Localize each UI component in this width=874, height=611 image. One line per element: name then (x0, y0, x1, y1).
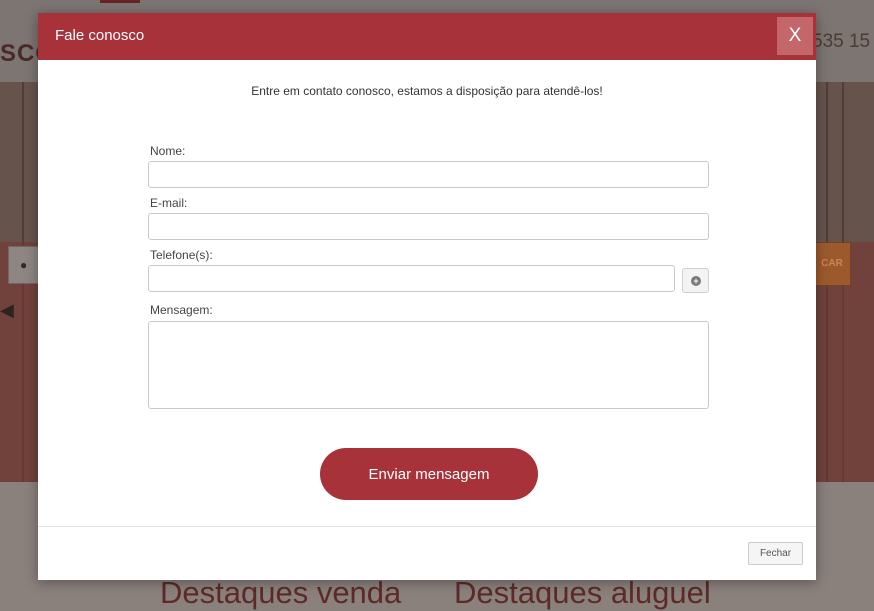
destaques-venda-heading: Destaques venda (160, 575, 402, 610)
carousel-prev-icon: ◀ (0, 300, 14, 320)
modal-title: Fale conosco (55, 27, 145, 44)
telefone-label: Telefone(s): (150, 248, 213, 262)
send-message-button[interactable]: Enviar mensagem (320, 448, 538, 500)
logo-roof-icon (100, 0, 140, 14)
intro-text: Entre em contato conosco, estamos a disp… (251, 84, 603, 98)
background-search-button: CAR (814, 243, 850, 285)
close-button[interactable]: X (777, 17, 813, 55)
fechar-button[interactable]: Fechar (748, 542, 803, 565)
modal-footer-divider (38, 526, 816, 527)
mensagem-label: Mensagem: (150, 303, 213, 317)
nome-input[interactable] (148, 161, 709, 188)
mensagem-textarea[interactable] (148, 321, 709, 409)
background-phone-text: 535 15 (812, 31, 871, 52)
destaques-aluguel-heading: Destaques aluguel (454, 575, 711, 610)
plus-circle-icon: + (691, 276, 701, 286)
email-label: E-mail: (150, 196, 188, 210)
modal-header: Fale conosco X (38, 13, 816, 60)
contact-modal: Fale conosco X Entre em contato conosco,… (38, 13, 816, 580)
nome-label: Nome: (150, 144, 186, 158)
map-pin-icon: ● (20, 258, 28, 272)
telefone-input[interactable] (148, 265, 675, 292)
add-phone-button[interactable]: + (682, 268, 709, 293)
email-input[interactable] (148, 213, 709, 240)
